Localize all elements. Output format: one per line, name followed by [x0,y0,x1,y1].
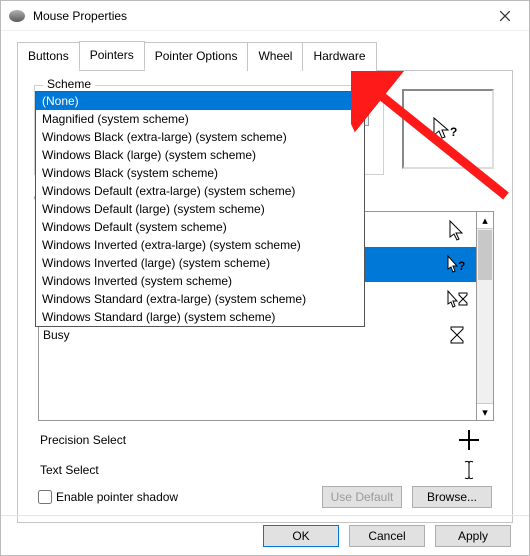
scheme-option[interactable]: Windows Black (large) (system scheme) [36,146,364,164]
ok-button[interactable]: OK [263,525,339,547]
arrow-cursor-icon [446,219,468,241]
window-title: Mouse Properties [33,9,489,23]
pointer-preview: ? [402,89,494,169]
dialog-buttons: OK Cancel Apply [1,515,529,555]
scroll-down-icon[interactable]: ▾ [477,403,493,420]
scheme-option[interactable]: Windows Standard (extra-large) (system s… [36,290,364,308]
scheme-option[interactable]: Windows Black (extra-large) (system sche… [36,128,364,146]
scheme-option[interactable]: Windows Black (system scheme) [36,164,364,182]
scheme-option[interactable]: Windows Inverted (extra-large) (system s… [36,236,364,254]
tab-hardware[interactable]: Hardware [302,42,376,71]
mouse-properties-dialog: Mouse Properties Buttons Pointers Pointe… [0,0,530,556]
checkbox-input[interactable] [38,490,52,504]
use-default-button[interactable]: Use Default [322,486,402,508]
scheme-option[interactable]: Windows Inverted (large) (system scheme) [36,254,364,272]
checkbox-label: Enable pointer shadow [56,490,178,504]
tab-buttons[interactable]: Buttons [17,42,80,71]
enable-shadow-checkbox[interactable]: Enable pointer shadow [38,490,178,504]
scroll-up-icon[interactable]: ▴ [477,212,493,229]
text-cursor-icon [462,459,476,481]
tab-pointers[interactable]: Pointers [79,41,145,70]
scrollbar[interactable]: ▴ ▾ [477,211,494,421]
tab-strip: Buttons Pointers Pointer Options Wheel H… [17,41,513,71]
scheme-option[interactable]: (None) [36,92,364,110]
precision-cursor-icon [458,429,480,451]
tab-pointer-options[interactable]: Pointer Options [144,42,249,71]
arrow-help-icon: ? [446,254,468,276]
tab-wheel[interactable]: Wheel [247,42,303,71]
scheme-option[interactable]: Magnified (system scheme) [36,110,364,128]
scheme-dropdown-list[interactable]: (None) Magnified (system scheme) Windows… [35,91,365,327]
svg-text:?: ? [458,259,465,273]
cancel-button[interactable]: Cancel [349,525,425,547]
mouse-icon [9,10,25,22]
close-icon [500,11,510,21]
close-button[interactable] [489,4,521,28]
scheme-legend: Scheme [43,77,95,91]
arrow-help-icon: ? [432,116,464,142]
title-bar: Mouse Properties [1,1,529,31]
text-select-label: Text Select [40,463,99,477]
scheme-option[interactable]: Windows Default (large) (system scheme) [36,200,364,218]
scheme-option[interactable]: Windows Standard (large) (system scheme) [36,308,364,326]
arrow-hourglass-icon [446,289,468,311]
svg-text:?: ? [450,125,457,139]
scheme-option[interactable]: Windows Default (system scheme) [36,218,364,236]
list-item-label: Busy [43,328,70,342]
apply-button[interactable]: Apply [435,525,511,547]
scheme-option[interactable]: Windows Inverted (system scheme) [36,272,364,290]
browse-button[interactable]: Browse... [412,486,492,508]
scroll-thumb[interactable] [478,230,492,280]
hourglass-icon [446,324,468,346]
list-buttons: Use Default Browse... [322,486,492,508]
scheme-option[interactable]: Windows Default (extra-large) (system sc… [36,182,364,200]
precision-select-label: Precision Select [40,433,126,447]
